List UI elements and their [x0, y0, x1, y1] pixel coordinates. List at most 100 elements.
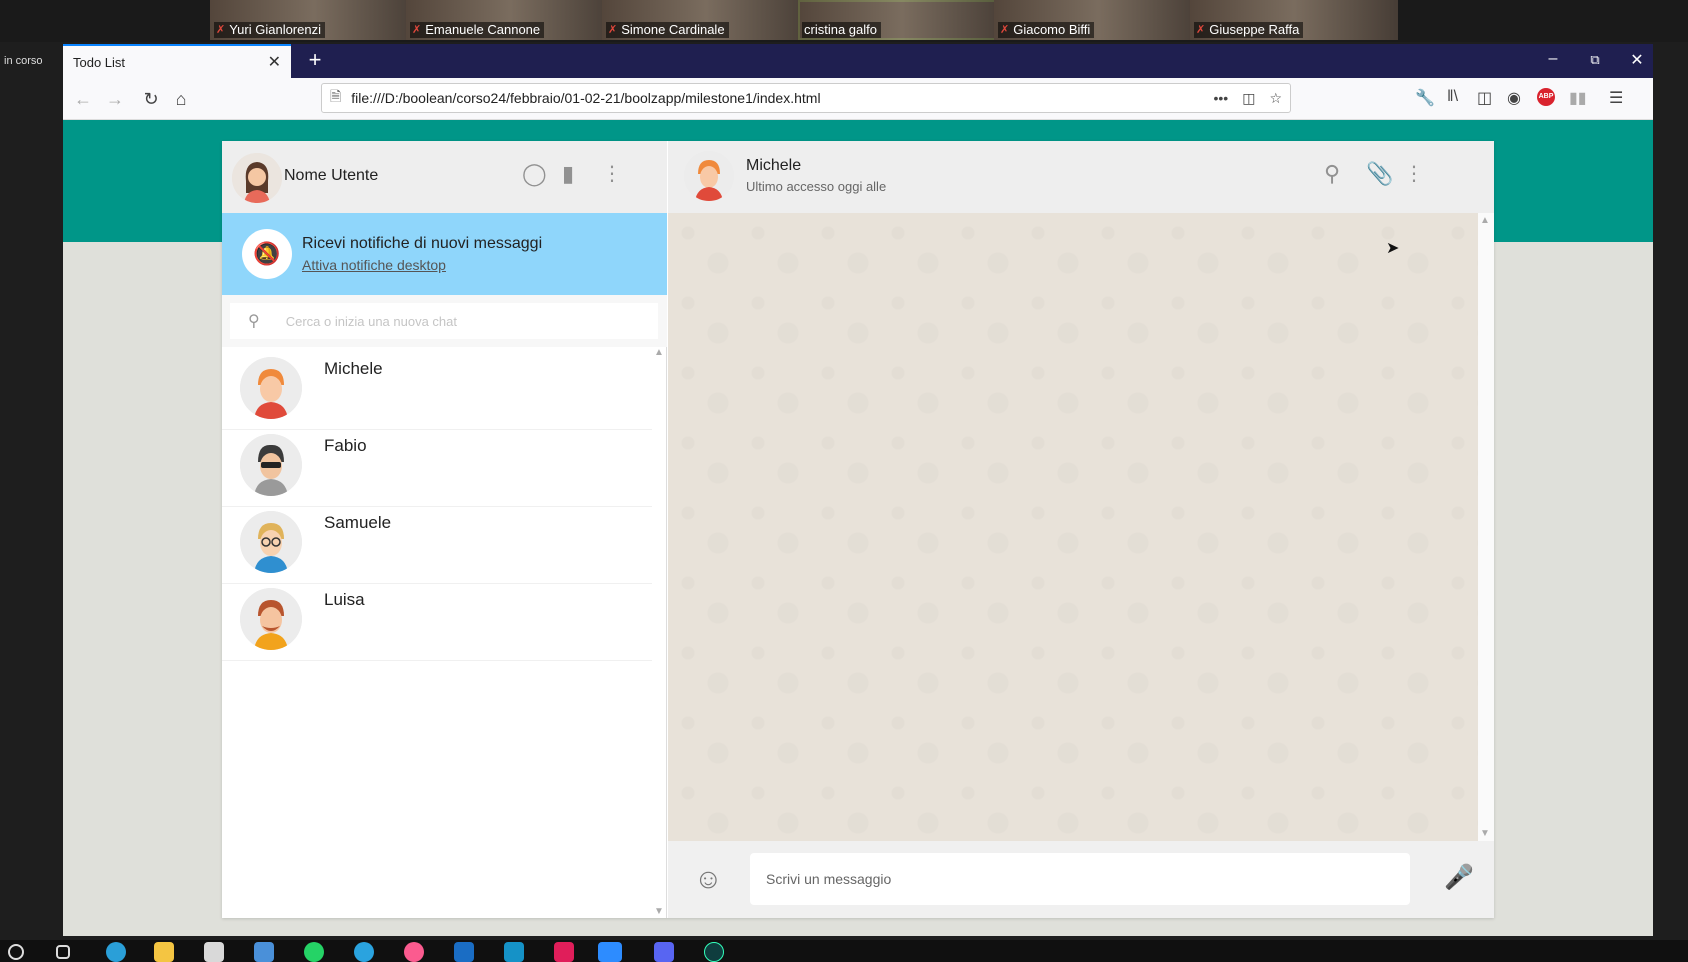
message-area[interactable] [668, 213, 1478, 841]
participant-name: Giacomo Biffi [1013, 22, 1091, 37]
contact-name: Michele [324, 359, 383, 378]
telegram-icon[interactable] [354, 942, 374, 962]
emoji-icon[interactable]: ☺ [694, 863, 723, 895]
reload-button[interactable]: ↻ [137, 86, 165, 112]
contact-item[interactable]: Samuele [222, 501, 652, 584]
edge-browser-icon[interactable] [106, 942, 126, 962]
close-tab-icon[interactable]: ✕ [268, 52, 281, 72]
restore-button[interactable]: ⧉ [1575, 52, 1615, 68]
search-icon[interactable] [8, 944, 24, 960]
participant-name: cristina galfo [804, 22, 877, 37]
windows-taskbar [0, 940, 1688, 962]
sidebar: Nome Utente ◯ ▮ ⋮ 🔕 Ricevi notifiche di … [222, 141, 667, 918]
status-icon[interactable]: ◯ [522, 161, 547, 187]
whatsapp-icon[interactable] [304, 942, 324, 962]
close-window-button[interactable]: ✕ [1617, 50, 1657, 70]
participant-tile[interactable]: ✗ Giacomo Biffi [994, 0, 1202, 40]
contact-list: Michele Fabio Samuele Luisa [222, 347, 652, 917]
participant-tile-active[interactable]: cristina galfo [798, 0, 1006, 40]
new-tab-button[interactable]: + [301, 48, 329, 74]
sidebar-header: Nome Utente ◯ ▮ ⋮ [222, 141, 667, 213]
app-icon[interactable] [504, 942, 524, 962]
chat-panel: Michele Ultimo accesso oggi alle ⚲ 📎 ⋮ ▲… [668, 141, 1494, 918]
microphone-icon[interactable]: 🎤 [1444, 863, 1474, 892]
chat-contact-name: Michele [746, 157, 802, 174]
mic-muted-icon: ✗ [216, 24, 226, 36]
menu-icon[interactable]: ☰ [1609, 88, 1623, 108]
search-container: ⚲ [222, 295, 667, 347]
scroll-up-icon[interactable]: ▲ [1478, 215, 1492, 226]
contact-name: Samuele [324, 513, 392, 532]
library-icon[interactable]: ‖\ [1447, 88, 1458, 106]
url-bar[interactable]: 🗎 file:///D:/boolean/corso24/febbraio/01… [321, 83, 1291, 113]
contact-avatar [240, 357, 302, 419]
contact-item[interactable]: Michele [222, 347, 652, 430]
meeting-status-label: in corso [4, 55, 43, 67]
page-icon: 🗎 [330, 88, 342, 104]
app-icon[interactable] [704, 942, 724, 962]
browser-tab[interactable]: Todo List ✕ [63, 44, 291, 78]
forward-button[interactable]: → [101, 86, 129, 112]
bookmark-star-icon[interactable]: ☆ [1269, 90, 1282, 107]
app-icon[interactable] [254, 942, 274, 962]
account-icon[interactable]: ◉ [1507, 88, 1521, 108]
message-input[interactable] [750, 853, 1410, 905]
outlook-icon[interactable] [454, 942, 474, 962]
discord-icon[interactable] [654, 942, 674, 962]
itunes-icon[interactable] [404, 942, 424, 962]
contact-name: Fabio [324, 436, 367, 455]
attach-icon[interactable]: 📎 [1366, 161, 1393, 187]
chat-contact-avatar[interactable] [684, 151, 734, 201]
user-avatar[interactable] [232, 153, 282, 203]
participant-name: Yuri Gianlorenzi [229, 22, 321, 37]
message-composer: ☺ 🎤 [668, 841, 1494, 918]
participant-tile[interactable]: ✗ Yuri Gianlorenzi [210, 0, 418, 40]
file-explorer-icon[interactable] [154, 942, 174, 962]
participant-tile[interactable]: ✗ Giuseppe Raffa [1190, 0, 1398, 40]
contact-avatar [240, 511, 302, 573]
enable-notifications-link[interactable]: Attiva notifiche desktop [302, 257, 446, 273]
url-text: file:///D:/boolean/corso24/febbraio/01-0… [351, 90, 821, 106]
search-messages-icon[interactable]: ⚲ [1324, 161, 1340, 187]
new-chat-icon[interactable]: ▮ [562, 161, 574, 187]
task-view-icon[interactable] [56, 945, 70, 959]
contact-item[interactable]: Luisa [222, 578, 652, 661]
minimize-button[interactable]: – [1533, 50, 1573, 68]
reader-icon[interactable]: ▮▮ [1569, 88, 1587, 108]
scroll-down-icon[interactable]: ▼ [652, 906, 666, 917]
zoom-icon[interactable] [598, 942, 622, 962]
menu-vertical-icon[interactable]: ⋮ [602, 161, 622, 186]
home-button[interactable]: ⌂ [167, 86, 195, 112]
participant-tile[interactable]: ✗ Emanuele Cannone [406, 0, 614, 40]
tab-bar: Todo List ✕ + – ⧉ ✕ [63, 44, 1653, 78]
participant-tile[interactable]: ✗ Simone Cardinale [602, 0, 810, 40]
back-button[interactable]: ← [69, 86, 97, 112]
page-viewport: Nome Utente ◯ ▮ ⋮ 🔕 Ricevi notifiche di … [63, 120, 1653, 936]
mic-muted-icon: ✗ [1196, 24, 1206, 36]
store-icon[interactable] [204, 942, 224, 962]
slack-icon[interactable] [554, 942, 574, 962]
sidebar-icon[interactable]: ◫ [1477, 88, 1492, 108]
participant-name: Simone Cardinale [621, 22, 725, 37]
bell-off-icon: 🔕 [242, 229, 292, 279]
search-input[interactable] [285, 313, 626, 329]
participant-name: Giuseppe Raffa [1209, 22, 1300, 37]
scroll-down-icon[interactable]: ▼ [1478, 828, 1492, 839]
chat-app-container: Nome Utente ◯ ▮ ⋮ 🔕 Ricevi notifiche di … [222, 141, 1494, 918]
pocket-icon[interactable]: ◫ [1242, 90, 1255, 107]
user-name: Nome Utente [284, 167, 379, 184]
chat-menu-icon[interactable]: ⋮ [1404, 161, 1424, 186]
mic-muted-icon: ✗ [1000, 24, 1010, 36]
tab-title: Todo List [73, 54, 126, 70]
wrench-icon[interactable]: 🔧 [1415, 88, 1435, 108]
participant-name: Emanuele Cannone [425, 22, 541, 37]
chat-scrollbar[interactable]: ▲ ▼ [1478, 213, 1494, 841]
scroll-up-icon[interactable]: ▲ [652, 347, 666, 358]
meeting-participant-strip: ✗ Yuri Gianlorenzi ✗ Emanuele Cannone ✗ Sim… [0, 0, 1688, 42]
contact-item[interactable]: Fabio [222, 424, 652, 507]
adblock-icon[interactable]: ABP [1537, 88, 1555, 106]
sidebar-scrollbar[interactable]: ▲ ▼ [652, 347, 666, 917]
more-actions-icon[interactable]: ••• [1213, 90, 1228, 107]
contact-name: Luisa [324, 590, 365, 609]
chat-header: Michele Ultimo accesso oggi alle ⚲ 📎 ⋮ [668, 141, 1494, 213]
